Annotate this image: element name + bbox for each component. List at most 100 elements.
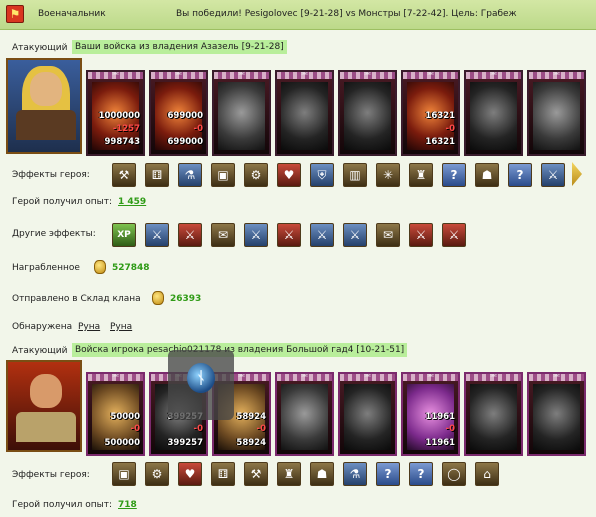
battle-result-title: Вы победили! Pesigolovec [9-21-28] vs Мо… <box>176 9 517 19</box>
unit-loss: -0 <box>193 123 203 134</box>
attacker-label: Атакующий <box>12 346 68 356</box>
shop-icon[interactable]: ⌂ <box>475 462 499 486</box>
question-icon[interactable]: ? <box>409 462 433 486</box>
sword-fire-icon[interactable]: ⚔ <box>442 223 466 247</box>
helmet-icon[interactable]: ☗ <box>310 462 334 486</box>
chest-icon[interactable]: ▣ <box>112 462 136 486</box>
unit-image <box>470 82 517 150</box>
gold-icon <box>94 260 106 274</box>
sword-icon[interactable]: ⚔ <box>244 223 268 247</box>
army-slot[interactable]: ☠ <box>338 70 397 156</box>
gold-icon <box>152 291 164 305</box>
army-slot[interactable]: ☠ 699000 -0 699000 <box>149 70 208 156</box>
unit-loss: -0 <box>445 123 455 134</box>
sword-icon[interactable]: ⚔ <box>541 163 565 187</box>
armor-icon[interactable]: ♜ <box>277 462 301 486</box>
skull-icon: ☠ <box>111 372 120 380</box>
unit-image <box>533 82 580 150</box>
heart-icon[interactable]: ♥ <box>277 163 301 187</box>
skull-icon: ☠ <box>363 70 372 78</box>
hammer-icon[interactable]: ⚒ <box>112 163 136 187</box>
sword-icon[interactable]: ⚔ <box>343 223 367 247</box>
chest-icon[interactable]: ▣ <box>211 163 235 187</box>
found-rune-link[interactable]: Руна <box>110 322 132 332</box>
unit-loss: -0 <box>193 424 203 435</box>
hero-effects-label: Эффекты героя: <box>12 170 90 180</box>
unit-image <box>344 82 391 150</box>
hero-portrait[interactable] <box>6 360 82 452</box>
skull-icon: ☠ <box>552 70 561 78</box>
grinder-icon[interactable]: ⚙ <box>244 163 268 187</box>
potion-icon[interactable]: ⚗ <box>178 163 202 187</box>
skull-icon: ☠ <box>237 70 246 78</box>
army-slot[interactable]: ☠ <box>338 372 397 456</box>
army-slot[interactable]: ☠ <box>464 372 523 456</box>
sword-icon[interactable]: ⚔ <box>310 223 334 247</box>
army-slot[interactable]: ☠ 50000 -0 500000 <box>86 372 145 456</box>
unit-remaining: 998743 <box>104 137 141 148</box>
ring-icon[interactable]: ◯ <box>442 462 466 486</box>
unit-image <box>344 384 391 450</box>
army-slot[interactable]: ☠ <box>527 372 586 456</box>
army-slot[interactable]: ☠ <box>275 70 334 156</box>
exp-value: 718 <box>118 500 137 510</box>
hammer-icon[interactable]: ⚒ <box>244 462 268 486</box>
attacker-source: Войска игрока pesachio021178 из владения… <box>72 343 408 357</box>
skull-icon: ☠ <box>489 372 498 380</box>
sword-fire-icon[interactable]: ⚔ <box>277 223 301 247</box>
unit-remaining: 58924 <box>236 437 266 448</box>
scroll-icon[interactable]: ✉ <box>211 223 235 247</box>
army-slot[interactable]: ☠ 1000000 -1257 998743 <box>86 70 145 156</box>
skull-icon: ☠ <box>552 372 561 380</box>
army-slot[interactable]: ☠ <box>527 70 586 156</box>
unit-loss: -1257 <box>112 123 140 134</box>
shield-icon[interactable]: ⛨ <box>310 163 334 187</box>
loot-value: 527848 <box>112 263 150 273</box>
unit-remaining: 11961 <box>425 437 455 448</box>
question-icon[interactable]: ? <box>442 163 466 187</box>
sword-fire-icon[interactable]: ⚔ <box>178 223 202 247</box>
helmet-icon[interactable]: ☗ <box>475 163 499 187</box>
unit-loss: -0 <box>130 424 140 435</box>
xp-icon[interactable]: XP <box>112 223 136 247</box>
unit-count: 58924 <box>236 411 266 422</box>
army-slot[interactable]: ☠ 16321 -0 16321 <box>401 70 460 156</box>
skull-icon: ☠ <box>363 372 372 380</box>
web-icon[interactable]: ✳ <box>376 163 400 187</box>
attacker-label: Атакующий <box>12 43 68 53</box>
found-label: Обнаружена <box>12 322 73 332</box>
army-slot[interactable]: ☠ <box>464 70 523 156</box>
exp-label: Герой получил опыт: <box>12 197 112 207</box>
unit-image <box>281 82 328 150</box>
scroll-icon[interactable]: ✉ <box>376 223 400 247</box>
scroll-right-arrow[interactable] <box>572 162 582 186</box>
heart-icon[interactable]: ♥ <box>178 462 202 486</box>
dice-icon[interactable]: ⚅ <box>211 462 235 486</box>
skull-icon: ☠ <box>300 70 309 78</box>
unit-remaining: 16321 <box>425 137 455 148</box>
rune-icon: ᚾ <box>187 363 215 393</box>
grinder-icon[interactable]: ⚙ <box>145 462 169 486</box>
sword-icon[interactable]: ⚔ <box>145 223 169 247</box>
potion-icon[interactable]: ⚗ <box>343 462 367 486</box>
skull-icon: ☠ <box>111 70 120 78</box>
skull-icon: ☠ <box>489 70 498 78</box>
found-rune-link[interactable]: Руна <box>78 322 100 332</box>
question-icon[interactable]: ? <box>508 163 532 187</box>
unit-loss: -0 <box>256 424 266 435</box>
skull-icon: ☠ <box>237 372 246 380</box>
hero-portrait[interactable] <box>6 58 82 154</box>
unit-count: 1000000 <box>98 110 140 121</box>
barrel-icon[interactable]: ▥ <box>343 163 367 187</box>
unit-count: 16321 <box>425 110 455 121</box>
sword-fire-icon[interactable]: ⚔ <box>409 223 433 247</box>
army-slot[interactable]: ☠ 11961 -0 11961 <box>401 372 460 456</box>
unit-image <box>218 82 265 150</box>
armor-icon[interactable]: ♜ <box>409 163 433 187</box>
dice-icon[interactable]: ⚅ <box>145 163 169 187</box>
army-slot[interactable]: ☠ <box>275 372 334 456</box>
question-icon[interactable]: ? <box>376 462 400 486</box>
army-slot[interactable]: ☠ <box>212 70 271 156</box>
exp-value: 1 459 <box>118 197 147 207</box>
unit-remaining: 699000 <box>167 137 204 148</box>
